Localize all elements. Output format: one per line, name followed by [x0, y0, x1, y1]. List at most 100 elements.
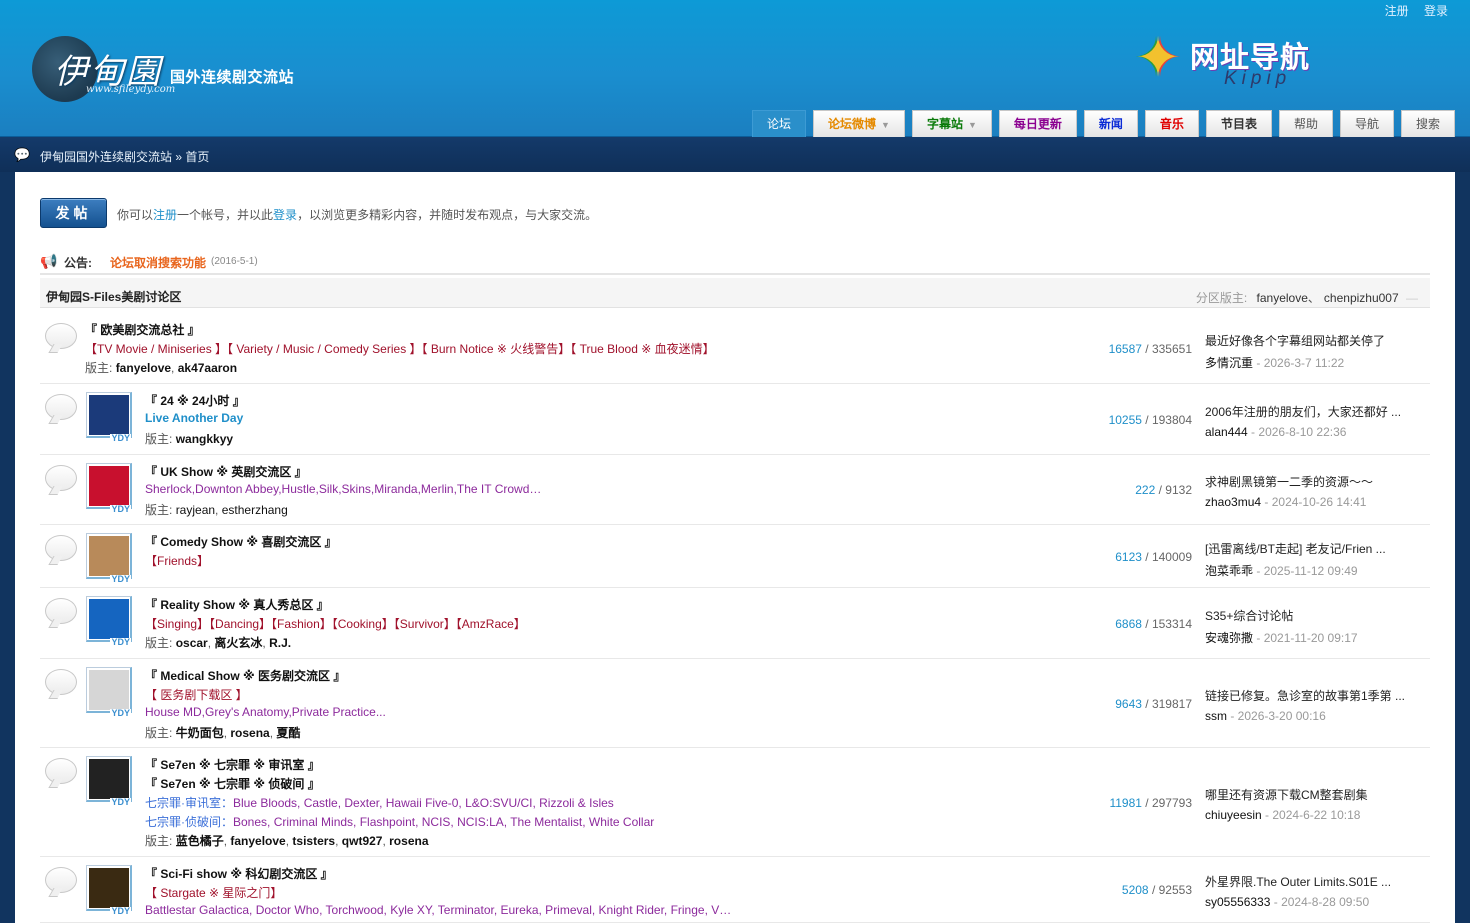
forum-stats: 6123 / 140009 — [1115, 550, 1192, 564]
welcome-register-link[interactable]: 注册 — [153, 208, 177, 222]
moderator-link[interactable]: 夏酷 — [276, 726, 300, 740]
nav-tab[interactable]: 每日更新 — [998, 110, 1077, 137]
last-post-title[interactable]: 2006年注册的朋友们，大家还都好 ... — [1205, 403, 1401, 420]
subforum-link[interactable]: Battlestar Galactica, Doctor Who, Torchw… — [145, 903, 731, 917]
moderator-link[interactable]: 离火玄冰 — [214, 636, 262, 650]
nav-tab[interactable]: 节目表 — [1205, 110, 1272, 137]
nav-tab[interactable]: 论坛 — [752, 110, 807, 137]
forum-thumbnail[interactable]: YDY — [86, 865, 132, 916]
forum-thumbnail[interactable]: YDY — [86, 667, 132, 718]
last-post-title[interactable]: 最近好像各个字幕组网站都关停了 — [1205, 332, 1385, 349]
moderator-link[interactable]: wangkkyy — [176, 432, 233, 446]
last-post-date: 2024-8-28 09:50 — [1281, 895, 1370, 909]
last-post-title[interactable]: 链接已修复。急诊室的故事第1季第 ... — [1205, 687, 1405, 704]
category-mod-link[interactable]: chenpizhu007 — [1324, 291, 1399, 305]
last-post-title[interactable]: 外星界限.The Outer Limits.S01E ... — [1205, 873, 1391, 890]
last-post-author[interactable]: sy05556333 — [1205, 895, 1270, 909]
forum-name[interactable]: 『 欧美剧交流总社 』 — [85, 321, 200, 338]
nav-tab[interactable]: 新闻 — [1083, 110, 1138, 137]
forum-thumbnail[interactable]: YDY — [86, 463, 132, 514]
subforum-link[interactable]: Sherlock,Downton Abbey,Hustle,Silk,Skins… — [145, 482, 541, 496]
new-post-button[interactable]: 发帖 — [40, 198, 107, 228]
register-link[interactable]: 注册 — [1385, 4, 1409, 18]
subforum-link[interactable]: 【 Stargate ※ 星际之门】 — [145, 886, 282, 900]
nav-tab[interactable]: 搜索 — [1400, 110, 1455, 137]
subforum-link[interactable]: Blue Bloods, Castle, Dexter, Hawaii Five… — [233, 796, 614, 810]
forum-name[interactable]: 『 Medical Show ※ 医务剧交流区 』 — [145, 667, 345, 684]
forum-thumbnail[interactable]: YDY — [86, 756, 132, 807]
last-post-author[interactable]: alan444 — [1205, 425, 1248, 439]
subforum-link[interactable]: Live Another Day — [145, 411, 243, 425]
subforum-link[interactable]: 七宗罪·侦破间： — [145, 815, 233, 829]
last-post: S35+综合讨论帖 安魂弥撒 - 2021-11-20 09:17 — [1205, 607, 1358, 645]
subforum-link[interactable]: 七宗罪·审讯室： — [145, 796, 233, 810]
last-post-title[interactable]: [迅雷离线/BT走起] 老友记/Frien ... — [1205, 540, 1386, 557]
subforum-link[interactable]: Bones, Criminal Minds, Flashpoint, NCIS,… — [233, 815, 654, 829]
forum-thumbnail[interactable]: YDY — [86, 392, 132, 443]
nav-tab[interactable]: 字幕站 ▼ — [911, 110, 992, 137]
forum-status-icon — [45, 598, 77, 624]
breadcrumb-current: 首页 — [185, 150, 210, 164]
forum-thumbnail[interactable]: YDY — [86, 533, 132, 584]
category-mod-link[interactable]: fanyelove — [1257, 291, 1308, 305]
site-logo[interactable]: 伊甸園 www.sfileydy.com 国外连续剧交流站 — [30, 32, 320, 107]
nav-tab-label: 新闻 — [1098, 117, 1123, 131]
announcement-link[interactable]: 论坛取消搜索功能 — [110, 254, 206, 271]
last-post-date: 2024-6-22 10:18 — [1272, 808, 1361, 822]
forum-name[interactable]: 『 Comedy Show ※ 喜剧交流区 』 — [145, 533, 337, 550]
last-post-author[interactable]: zhao3mu4 — [1205, 495, 1261, 509]
subforum-links: 【Singing】【Dancing】【Fashion】【Cooking】【Sur… — [145, 615, 526, 632]
forum-name[interactable]: 『 UK Show ※ 英剧交流区 』 — [145, 463, 307, 480]
welcome-login-link[interactable]: 登录 — [273, 208, 297, 222]
forum-name[interactable]: 『 Se7en ※ 七宗罪 ※ 侦破间 』 — [145, 775, 320, 792]
last-post-author[interactable]: 多情沉重 — [1205, 356, 1253, 370]
breadcrumb-home[interactable]: 伊甸园国外连续剧交流站 — [40, 150, 172, 164]
forum-status-icon — [45, 758, 77, 784]
thread-count: 222 — [1135, 483, 1156, 497]
subforum-links: 【TV Movie / Miniseries 】【 Variety / Musi… — [85, 340, 715, 357]
forum-name[interactable]: 『 Se7en ※ 七宗罪 ※ 审讯室 』 — [145, 756, 320, 773]
moderator-link[interactable]: rosena — [389, 834, 428, 848]
last-post-author[interactable]: ssm — [1205, 709, 1227, 723]
moderator-link[interactable]: ak47aaron — [178, 361, 237, 375]
moderator-link[interactable]: rosena — [230, 726, 269, 740]
login-link[interactable]: 登录 — [1424, 4, 1448, 18]
nav-tab[interactable]: 导航 — [1339, 110, 1394, 137]
last-post-author[interactable]: 安魂弥撒 — [1205, 631, 1253, 645]
last-post-title[interactable]: 求神剧黑镜第一二季的资源～～ — [1205, 473, 1373, 490]
forum-name[interactable]: 『 Sci-Fi show ※ 科幻剧交流区 』 — [145, 865, 333, 882]
moderator-link[interactable]: R.J. — [269, 636, 291, 650]
moderators-label: 版主: — [145, 503, 173, 517]
forum-name[interactable]: 『 Reality Show ※ 真人秀总区 』 — [145, 596, 329, 613]
category-title[interactable]: 伊甸园S-Files美剧讨论区 — [46, 288, 181, 305]
last-post-author[interactable]: chiuyeesin — [1205, 808, 1262, 822]
moderator-link[interactable]: rayjean — [176, 503, 215, 517]
moderator-link[interactable]: qwt927 — [342, 834, 383, 848]
welcome-message: 你可以注册一个帐号，并以此登录，以浏览更多精彩内容，并随时发布观点，与大家交流。 — [117, 206, 597, 223]
category-moderators: 分区版主: fanyelove、 chenpizhu007 — — [1196, 289, 1418, 306]
subforum-link[interactable]: 【Friends】 — [145, 554, 209, 568]
nav-tab[interactable]: 帮助 — [1278, 110, 1333, 137]
last-post: 外星界限.The Outer Limits.S01E ... sy05556333… — [1205, 873, 1392, 909]
kipip-banner[interactable]: ✦ 网址导航 Kipip — [1128, 28, 1318, 92]
last-post-author[interactable]: 泡菜乖乖 — [1205, 564, 1253, 578]
moderator-link[interactable]: fanyelove — [230, 834, 285, 848]
collapse-icon[interactable]: — — [1406, 291, 1418, 305]
subforum-link[interactable]: 【Singing】【Dancing】【Fashion】【Cooking】【Sur… — [145, 617, 526, 631]
moderator-link[interactable]: 牛奶面包 — [176, 726, 224, 740]
last-post-title[interactable]: 哪里还有资源下载CM整套剧集 — [1205, 786, 1368, 803]
subforum-link[interactable]: 【 医务剧下载区 】 — [145, 688, 248, 702]
moderator-link[interactable]: 蓝色橘子 — [176, 834, 224, 848]
forum-name[interactable]: 『 24 ※ 24小时 』 — [145, 392, 245, 409]
last-post-title[interactable]: S35+综合讨论帖 — [1205, 607, 1358, 624]
moderator-link[interactable]: estherzhang — [222, 503, 288, 517]
nav-tab[interactable]: 音乐 — [1144, 110, 1199, 137]
moderator-link[interactable]: tsisters — [292, 834, 335, 848]
moderator-link[interactable]: fanyelove — [116, 361, 171, 375]
last-post: 求神剧黑镜第一二季的资源～～ zhao3mu4 - 2024-10-26 14:4… — [1205, 473, 1374, 509]
moderator-link[interactable]: oscar — [176, 636, 208, 650]
nav-tab[interactable]: 论坛微博 ▼ — [813, 110, 905, 137]
subforum-link[interactable]: 【TV Movie / Miniseries 】【 Variety / Musi… — [85, 342, 715, 356]
subforum-link[interactable]: House MD,Grey's Anatomy,Private Practice… — [145, 705, 386, 719]
forum-thumbnail[interactable]: YDY — [86, 596, 132, 647]
